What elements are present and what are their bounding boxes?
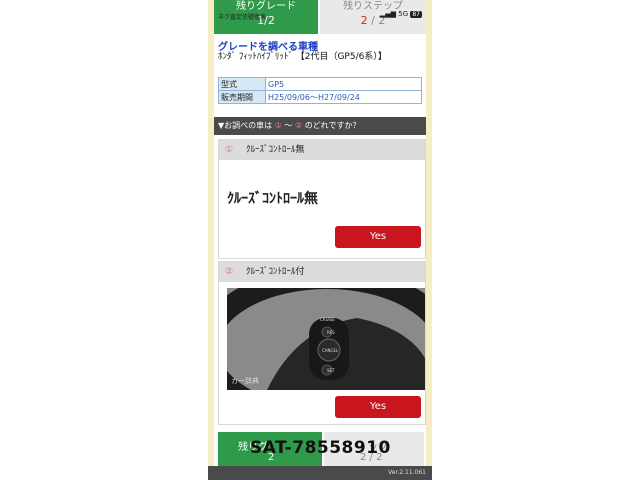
car-model: ﾎﾝﾀﾞ ﾌｨｯﾄﾊｲﾌﾞﾘｯﾄﾞ 【2代目（GP5/6系）】 bbox=[218, 52, 387, 62]
overlay-id-text: SAT-78558910 bbox=[250, 438, 391, 458]
yes-button[interactable]: Yes bbox=[335, 396, 421, 418]
spec-table: 型式 GP5 販売期間 H25/09/06〜H27/09/24 bbox=[218, 77, 422, 104]
option-number: ② bbox=[225, 267, 234, 277]
signal-icon: ▂▄▆ bbox=[379, 10, 396, 18]
spec-value: GP5 bbox=[265, 77, 422, 91]
option-body-text: ｸﾙｰｽﾞｺﾝﾄﾛｰﾙ無 bbox=[227, 191, 318, 207]
spec-key: 販売期間 bbox=[218, 90, 266, 104]
option-card-2: ② ｸﾙｰｽﾞｺﾝﾄﾛｰﾙ付 CRUISE CANCEL RES SET カー辞… bbox=[218, 261, 426, 425]
photo-watermark: カー辞典 bbox=[231, 377, 259, 385]
spec-key: 型式 bbox=[218, 77, 266, 91]
option-title: ｸﾙｰｽﾞｺﾝﾄﾛｰﾙ無 bbox=[245, 145, 305, 155]
network-label: 5G bbox=[398, 10, 409, 18]
yes-button[interactable]: Yes bbox=[335, 226, 421, 248]
option-card-1: ① ｸﾙｰｽﾞｺﾝﾄﾛｰﾙ無 ｸﾙｰｽﾞｺﾝﾄﾛｰﾙ無 Yes bbox=[218, 139, 426, 259]
option-header: ① ｸﾙｰｽﾞｺﾝﾄﾛｰﾙ無 bbox=[219, 140, 425, 160]
option-title: ｸﾙｰｽﾞｺﾝﾄﾛｰﾙ付 bbox=[245, 267, 305, 277]
battery-icon: 87 bbox=[410, 11, 422, 18]
table-row: 型式 GP5 bbox=[218, 77, 422, 91]
version-bar: Ver.2.11.061 bbox=[208, 466, 432, 480]
option-header: ② ｸﾙｰｽﾞｺﾝﾄﾛｰﾙ付 bbox=[219, 262, 425, 282]
svg-text:CANCEL: CANCEL bbox=[322, 348, 339, 353]
status-bar: ネク直定信號復表 ▂▄▆ 5G 87 bbox=[214, 10, 426, 22]
steering-wheel-photo: CRUISE CANCEL RES SET カー辞典 bbox=[227, 288, 425, 390]
svg-text:RES: RES bbox=[327, 330, 335, 335]
status-icons: ▂▄▆ 5G 87 bbox=[380, 10, 422, 18]
app-content: 残りグレード 1/2 残りステップ 2 / 2 ネク直定信號復表 ▂▄▆ 5G … bbox=[214, 0, 426, 480]
spec-value: H25/09/06〜H27/09/24 bbox=[265, 90, 422, 104]
steering-wheel-image: CRUISE CANCEL RES SET bbox=[227, 288, 425, 390]
phone-screen: 残りグレード 1/2 残りステップ 2 / 2 ネク直定信號復表 ▂▄▆ 5G … bbox=[208, 0, 432, 480]
svg-text:CRUISE: CRUISE bbox=[320, 317, 335, 322]
svg-text:SET: SET bbox=[327, 368, 335, 373]
table-row: 販売期間 H25/09/06〜H27/09/24 bbox=[218, 90, 422, 104]
option-number: ① bbox=[225, 145, 234, 155]
status-text: ネク直定信號復表 bbox=[218, 14, 267, 21]
question-bar: ▼お調べの車は ① 〜 ② のどれですか？ bbox=[214, 117, 426, 135]
